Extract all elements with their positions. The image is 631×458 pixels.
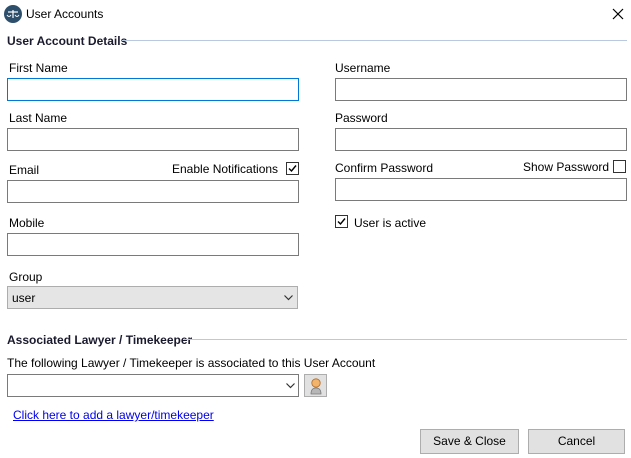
group-label: Group xyxy=(9,270,43,284)
first-name-field[interactable] xyxy=(7,78,299,101)
mobile-field[interactable] xyxy=(7,233,299,256)
confirm-password-label: Confirm Password xyxy=(335,161,434,175)
title-bar: User Accounts xyxy=(0,0,631,29)
mobile-label: Mobile xyxy=(9,216,45,230)
window-title: User Accounts xyxy=(26,7,104,21)
user-active-checkbox[interactable] xyxy=(335,215,348,228)
enable-notifications-checkbox[interactable] xyxy=(286,162,299,175)
email-label: Email xyxy=(9,163,40,177)
last-name-label: Last Name xyxy=(9,111,68,125)
details-group-title: User Account Details xyxy=(7,34,128,48)
save-close-button[interactable]: Save & Close xyxy=(420,429,519,454)
lawyer-lookup-button[interactable] xyxy=(304,374,327,397)
username-field[interactable] xyxy=(335,78,627,101)
app-logo-icon xyxy=(4,5,22,23)
password-label: Password xyxy=(335,111,388,125)
chevron-down-icon xyxy=(286,383,295,389)
details-group-rule xyxy=(122,40,627,41)
chevron-down-icon xyxy=(284,295,293,301)
lawyer-group-rule xyxy=(184,339,627,340)
lawyer-description: The following Lawyer / Timekeeper is ass… xyxy=(7,356,376,370)
password-field[interactable] xyxy=(335,128,627,151)
username-label: Username xyxy=(335,61,391,75)
show-password-checkbox[interactable] xyxy=(613,160,626,173)
first-name-label: First Name xyxy=(9,61,68,75)
last-name-field[interactable] xyxy=(7,128,299,151)
group-select[interactable]: user xyxy=(7,286,298,309)
checkmark-icon xyxy=(288,165,297,173)
confirm-password-field[interactable] xyxy=(335,178,627,201)
lawyer-group-title: Associated Lawyer / Timekeeper xyxy=(7,333,193,347)
add-lawyer-link[interactable]: Click here to add a lawyer/timekeeper xyxy=(13,408,214,422)
enable-notifications-label: Enable Notifications xyxy=(172,162,279,176)
show-password-label: Show Password xyxy=(523,160,610,174)
checkmark-icon xyxy=(337,218,346,226)
person-icon xyxy=(310,378,322,395)
close-button[interactable] xyxy=(606,3,630,25)
user-active-label: User is active xyxy=(354,216,427,230)
cancel-button[interactable]: Cancel xyxy=(528,429,625,454)
close-icon xyxy=(612,8,624,20)
email-field[interactable] xyxy=(7,180,299,203)
group-select-value: user xyxy=(12,291,36,305)
lawyer-select[interactable] xyxy=(7,374,299,397)
